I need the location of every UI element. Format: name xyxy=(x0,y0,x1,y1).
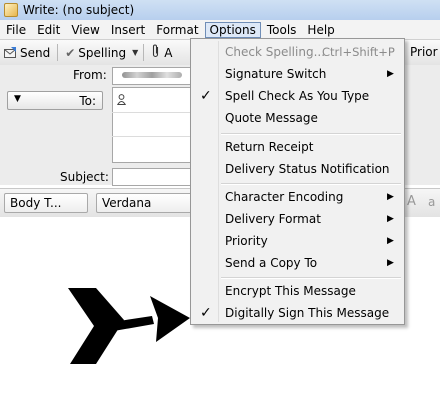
menu-item-label: Spell Check As You Type xyxy=(225,89,370,103)
menu-item-label: Delivery Format xyxy=(225,212,321,226)
from-label: From: xyxy=(73,68,107,82)
menu-item-label: Delivery Status Notification xyxy=(225,162,390,176)
toolbar-separator xyxy=(57,44,59,61)
menu-separator xyxy=(221,133,401,135)
menu-insert[interactable]: Insert xyxy=(106,22,150,38)
submenu-arrow-icon: ▶ xyxy=(387,69,394,79)
menu-item-label: Return Receipt xyxy=(225,140,314,154)
spellcheck-icon: ✔ xyxy=(65,45,76,60)
spelling-dropdown-icon[interactable]: ▼ xyxy=(130,48,140,57)
menu-item-label: Check Spelling... xyxy=(225,45,326,59)
check-icon: ✓ xyxy=(200,305,212,321)
paragraph-style-select[interactable]: Body T... xyxy=(4,193,88,213)
to-label: To: xyxy=(79,94,96,108)
app-icon xyxy=(4,3,18,17)
menu-check-spelling: Check Spelling... Ctrl+Shift+P xyxy=(191,41,404,63)
title-bar: Write: (no subject) xyxy=(0,0,440,21)
chevron-down-icon: ▼ xyxy=(14,94,21,104)
attach-label[interactable]: A xyxy=(164,46,172,60)
recipient-type-select[interactable]: ▼ To: xyxy=(7,91,103,110)
paragraph-style-value: Body T... xyxy=(10,196,62,210)
menu-digitally-sign-this-message[interactable]: ✓ Digitally Sign This Message xyxy=(191,302,404,324)
window-title: Write: (no subject) xyxy=(23,3,135,17)
options-menu: Check Spelling... Ctrl+Shift+P Signature… xyxy=(190,38,405,325)
menu-item-label: Digitally Sign This Message xyxy=(225,306,390,320)
subject-input[interactable] xyxy=(112,168,192,186)
menu-delivery-format[interactable]: Delivery Format ▶ xyxy=(191,208,404,230)
menu-return-receipt[interactable]: Return Receipt xyxy=(191,136,404,158)
submenu-arrow-icon: ▶ xyxy=(387,192,394,202)
menu-help[interactable]: Help xyxy=(302,22,339,38)
menu-item-label: Priority xyxy=(225,234,268,248)
menu-send-a-copy-to[interactable]: Send a Copy To ▶ xyxy=(191,252,404,274)
menu-item-label: Send a Copy To xyxy=(225,256,318,270)
menu-spell-check-as-you-type[interactable]: ✓ Spell Check As You Type xyxy=(191,85,404,107)
send-icon xyxy=(4,46,16,59)
pointer-arrow-icon xyxy=(68,288,190,364)
menu-item-label: Signature Switch xyxy=(225,67,327,81)
menu-item-label: Quote Message xyxy=(225,111,318,125)
send-label: Send xyxy=(20,45,51,60)
menu-delivery-status-notification[interactable]: Delivery Status Notification xyxy=(191,158,404,180)
paperclip-icon[interactable] xyxy=(151,44,160,62)
menu-item-label: Encrypt This Message xyxy=(225,284,356,298)
menu-encrypt-this-message[interactable]: Encrypt This Message xyxy=(191,280,404,302)
menu-separator xyxy=(221,277,401,279)
menu-view[interactable]: View xyxy=(66,22,104,38)
submenu-arrow-icon: ▶ xyxy=(387,214,394,224)
menu-edit[interactable]: Edit xyxy=(32,22,65,38)
check-icon: ✓ xyxy=(200,88,212,104)
spelling-button[interactable]: ✔ Spelling xyxy=(61,46,130,60)
menu-character-encoding[interactable]: Character Encoding ▶ xyxy=(191,186,404,208)
send-button[interactable]: Send xyxy=(0,46,54,60)
menu-separator xyxy=(221,183,401,185)
menu-file[interactable]: File xyxy=(1,22,31,38)
toolbar-separator xyxy=(143,44,145,61)
menu-item-shortcut: Ctrl+Shift+P xyxy=(322,45,395,59)
font-select[interactable]: Verdana xyxy=(96,193,192,213)
smaller-text-button[interactable]: a xyxy=(428,195,435,209)
priority-button[interactable]: Prior xyxy=(410,45,438,59)
menu-priority[interactable]: Priority ▶ xyxy=(191,230,404,252)
submenu-arrow-icon: ▶ xyxy=(387,258,394,268)
menu-options[interactable]: Options xyxy=(204,21,261,38)
subject-label: Subject: xyxy=(60,170,109,184)
recipient-row-divider xyxy=(112,136,191,137)
person-icon xyxy=(116,94,127,108)
menu-signature-switch[interactable]: Signature Switch ▶ xyxy=(191,63,404,85)
menu-item-label: Character Encoding xyxy=(225,190,344,204)
from-address-redacted xyxy=(122,72,182,78)
larger-text-button[interactable]: A xyxy=(407,194,416,209)
menu-format[interactable]: Format xyxy=(151,22,203,38)
font-value: Verdana xyxy=(102,196,152,210)
recipient-row-divider xyxy=(112,112,191,113)
submenu-arrow-icon: ▶ xyxy=(387,236,394,246)
menu-bar: File Edit View Insert Format Options Too… xyxy=(0,20,440,39)
spelling-label: Spelling xyxy=(78,45,127,60)
menu-tools[interactable]: Tools xyxy=(262,22,302,38)
menu-quote-message[interactable]: Quote Message xyxy=(191,107,404,129)
